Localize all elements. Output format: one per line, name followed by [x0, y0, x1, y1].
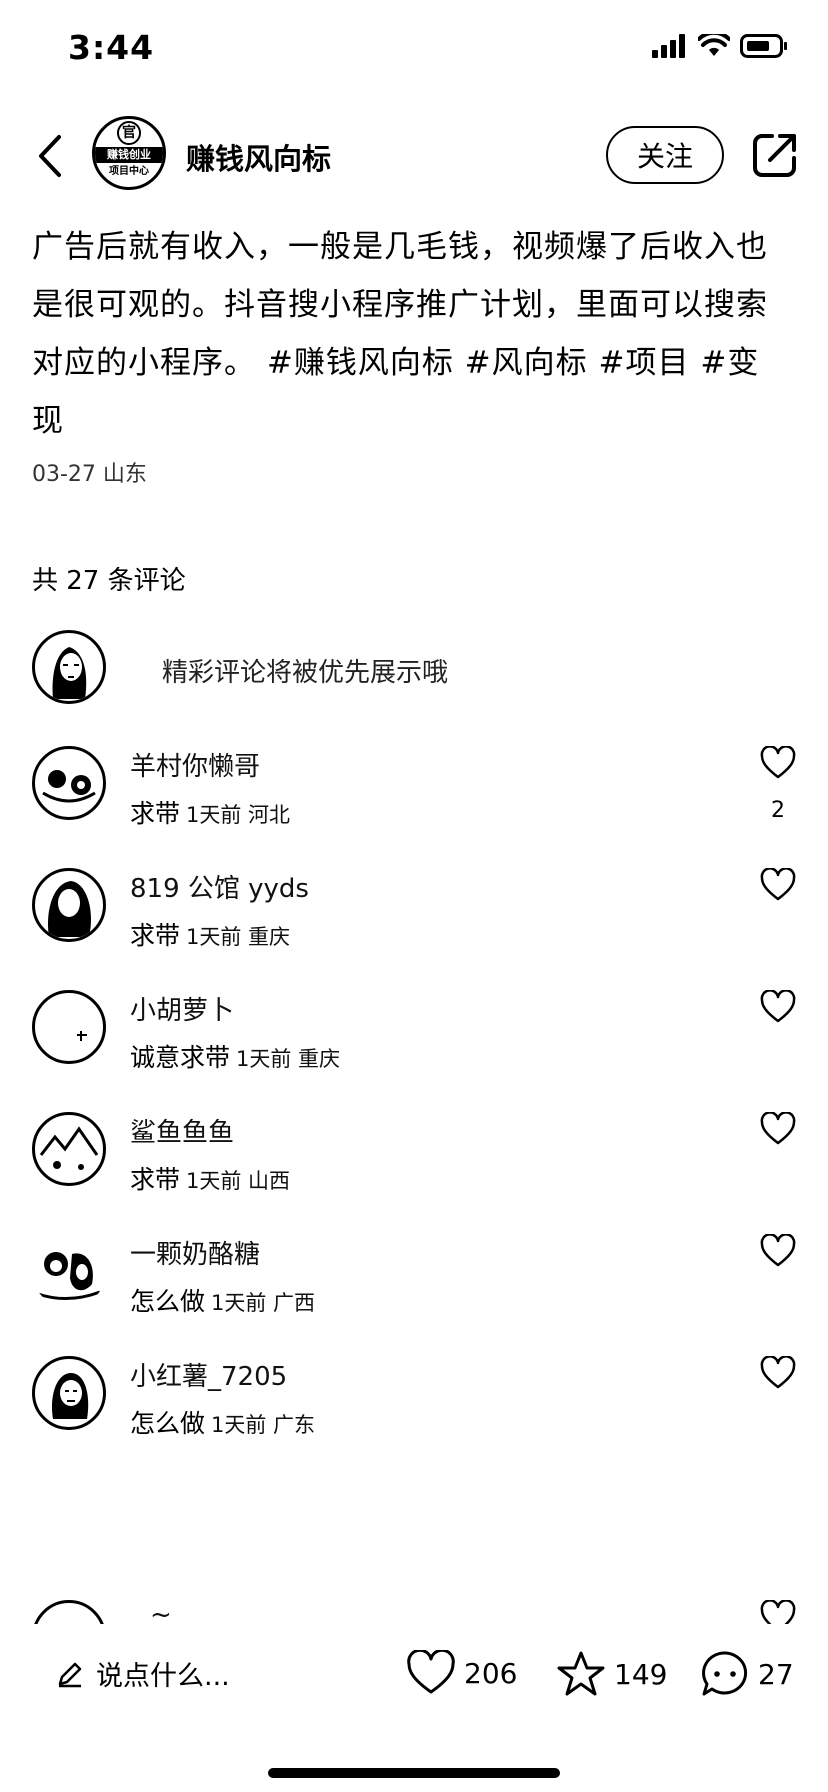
commenter-avatar[interactable] [32, 868, 106, 942]
home-indicator[interactable] [268, 1768, 560, 1778]
favorite-button[interactable]: 149 [556, 1650, 667, 1698]
post-line: 广告后就有收入，一般是几毛钱，视频爆了后收入也 [32, 229, 768, 265]
comment-total: 27 [758, 1657, 794, 1691]
comment-item[interactable]: 一颗奶酪糖 怎么做 1天前 广西 [0, 1224, 828, 1364]
comment-button[interactable]: 27 [700, 1650, 794, 1698]
avatar-image-icon [42, 770, 96, 803]
star-icon [557, 1651, 605, 1696]
comment-meta: 1天前 河北 [186, 803, 291, 827]
avatar-image-icon [47, 881, 91, 937]
comment-line: 怎么做 1天前 广东 [130, 1404, 315, 1440]
heart-icon[interactable] [760, 1356, 796, 1390]
status-time: 3:44 [68, 28, 155, 67]
comment-item[interactable]: 小红薯_7205 怎么做 1天前 广东 [0, 1346, 828, 1486]
commenter-name[interactable]: 一颗奶酪糖 [130, 1234, 260, 1271]
comment-input[interactable]: 说点什么... [56, 1654, 230, 1693]
back-button[interactable] [30, 128, 70, 184]
commenter-name[interactable]: 鲨鱼鱼鱼 [130, 1112, 234, 1149]
author-avatar[interactable]: 官 赚钱创业 项目中心 [92, 116, 166, 190]
avatar-logo-subtext: 项目中心 [109, 166, 149, 177]
heart-icon[interactable] [760, 990, 796, 1024]
comment-text: 求带 [130, 799, 181, 828]
commenter-avatar[interactable] [32, 746, 106, 820]
comment-text: 求带 [130, 921, 181, 950]
post-line: 是很可观的。抖音搜小程序推广计划，里面可以搜索 [32, 287, 768, 323]
avatar-logo-text: 赚钱创业 [95, 147, 163, 163]
comment-line: 怎么做 1天前 广西 [130, 1282, 315, 1318]
avatar-portrait-icon [52, 647, 87, 699]
heart-icon[interactable] [760, 1112, 796, 1146]
comment-text: 求带 [130, 1165, 181, 1194]
status-icons [652, 34, 788, 58]
commenter-name[interactable]: 小红薯_7205 [130, 1356, 287, 1393]
bottom-action-bar: 说点什么... 206 149 27 [0, 1624, 828, 1744]
user-avatar [32, 630, 106, 704]
status-bar: 3:44 [0, 0, 828, 100]
comment-input-placeholder: 说点什么... [96, 1661, 230, 1692]
comment-item[interactable]: 小胡萝卜 诚意求带 1天前 重庆 [0, 980, 828, 1120]
heart-icon[interactable] [760, 1234, 796, 1268]
comment-text: 怎么做 [130, 1287, 206, 1316]
heart-icon[interactable] [760, 746, 796, 780]
like-count: 2 [771, 798, 785, 823]
heart-icon[interactable] [760, 1600, 796, 1624]
avatar-image-icon [51, 1373, 89, 1419]
comment-item[interactable]: 819 公馆 yyds 求带 1天前 重庆 [0, 858, 828, 998]
chevron-left-icon [39, 135, 61, 177]
comment-prompt[interactable]: 精彩评论将被优先展示哦 [32, 630, 792, 706]
comment-prompt-text: 精彩评论将被优先展示哦 [162, 658, 449, 688]
commenter-name[interactable]: ~ [150, 1600, 172, 1624]
share-icon [753, 134, 796, 177]
commenter-avatar[interactable] [32, 1356, 106, 1430]
post-line: 现 [32, 403, 64, 439]
comment-meta: 1天前 山西 [186, 1169, 291, 1193]
comment-count: 共 27 条评论 [32, 566, 186, 596]
post-date-location: 03-27 山东 [32, 462, 147, 487]
post-body: 广告后就有收入，一般是几毛钱，视频爆了后收入也 是很可观的。抖音搜小程序推广计划… [32, 218, 796, 450]
pencil-icon [58, 1662, 82, 1687]
comment-item[interactable]: 羊村你懒哥 求带 1天前 河北 2 [0, 736, 828, 876]
avatar-image-icon [39, 1126, 99, 1170]
comment-line: 求带 1天前 河北 [130, 794, 290, 830]
comment-meta: 1天前 广西 [211, 1291, 316, 1315]
comment-text: 诚意求带 [130, 1043, 231, 1072]
chat-bubble-icon [702, 1651, 748, 1696]
avatar-image-icon [35, 1603, 103, 1624]
commenter-avatar[interactable] [32, 1112, 106, 1186]
comment-text: 怎么做 [130, 1409, 206, 1438]
commenter-avatar[interactable] [32, 1234, 106, 1308]
battery-icon [740, 34, 787, 58]
avatar-image-icon [37, 1252, 101, 1301]
commenter-name[interactable]: 819 公馆 yyds [130, 868, 309, 905]
comment-meta: 1天前 重庆 [236, 1047, 341, 1071]
comment-meta: 1天前 重庆 [186, 925, 291, 949]
comment-list: 羊村你懒哥 求带1天前 河北 2 819 公馆 yyds 求带1天前 重庆 [0, 736, 828, 1624]
favorite-count: 149 [614, 1657, 668, 1691]
commenter-avatar[interactable] [32, 990, 106, 1064]
post-header: 官 赚钱创业 项目中心 赚钱风向标 关注 [0, 110, 828, 200]
commenter-avatar[interactable] [32, 1600, 106, 1624]
comment-meta: 1天前 广东 [211, 1413, 316, 1437]
avatar-image-icon [77, 1031, 87, 1041]
share-button[interactable] [752, 132, 798, 178]
comment-item[interactable]: 鲨鱼鱼鱼 求带 1天前 山西 [0, 1102, 828, 1242]
comment-line: 诚意求带 1天前 重庆 [130, 1038, 340, 1074]
commenter-name[interactable]: 小胡萝卜 [130, 990, 234, 1027]
comment-item[interactable]: ~ [0, 1590, 828, 1624]
comment-line: 求带 1天前 山西 [130, 1160, 290, 1196]
wifi-icon [698, 34, 730, 56]
comment-line: 求带 1天前 重庆 [130, 916, 290, 952]
commenter-name[interactable]: 羊村你懒哥 [130, 746, 260, 783]
post-line: 对应的小程序。 #赚钱风向标 #风向标 #项目 #变 [32, 345, 760, 381]
heart-icon [407, 1650, 455, 1694]
heart-icon[interactable] [760, 868, 796, 902]
author-name[interactable]: 赚钱风向标 [186, 136, 331, 178]
signal-icon [652, 34, 685, 58]
avatar-seal: 官 [117, 121, 141, 145]
like-count: 206 [464, 1656, 518, 1690]
like-button[interactable]: 206 [406, 1650, 517, 1696]
follow-button[interactable]: 关注 [606, 126, 724, 184]
